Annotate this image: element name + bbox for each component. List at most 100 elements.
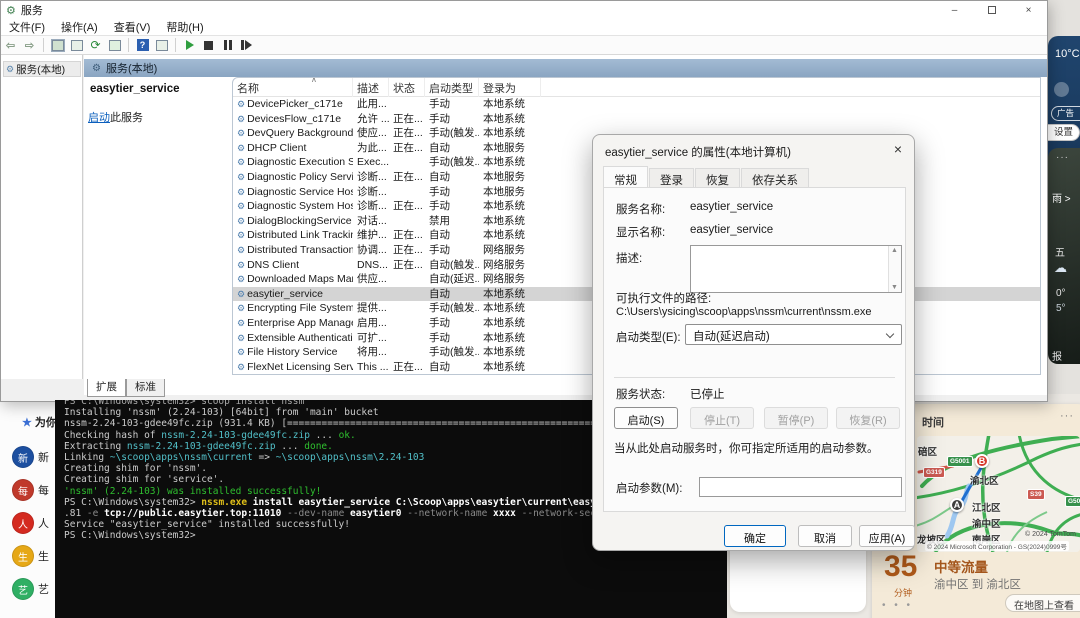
textarea-scrollbar[interactable]: ▲ ▼ bbox=[888, 246, 901, 292]
cancel-button[interactable]: 取消 bbox=[798, 525, 852, 547]
help-icon[interactable]: ? bbox=[133, 37, 152, 53]
traffic-minutes: 35 bbox=[884, 550, 918, 583]
menu-item-2[interactable]: 查看(V) bbox=[106, 19, 159, 35]
service-description-cell: 允许 ... bbox=[357, 112, 389, 125]
view-tab-1[interactable]: 标准 bbox=[126, 379, 165, 397]
pause-service-icon[interactable] bbox=[218, 37, 237, 53]
minimize-button[interactable]: – bbox=[936, 1, 973, 19]
service-status-cell bbox=[389, 345, 425, 360]
service-startup-type-cell: 自动 bbox=[429, 287, 450, 300]
refresh-icon[interactable]: ⟳ bbox=[86, 37, 105, 53]
ad-pill[interactable]: 广告 bbox=[1051, 106, 1080, 121]
service-gear-icon: ⚙ bbox=[237, 215, 246, 226]
forecast-report-link[interactable]: 报 bbox=[1052, 348, 1062, 363]
forward-icon[interactable]: ⇨ bbox=[20, 37, 39, 53]
service-description-cell: 启用... bbox=[357, 316, 387, 329]
column-header-2[interactable]: 状态 bbox=[389, 78, 425, 97]
service-status-cell bbox=[389, 331, 425, 346]
service-status-value: 已停止 bbox=[690, 389, 725, 401]
cloud-icon: ☁ bbox=[1054, 260, 1067, 275]
view-on-map-button[interactable]: 在地图上查看 bbox=[1005, 594, 1080, 612]
stop-service-icon[interactable] bbox=[199, 37, 218, 53]
terminal-text-segment: easytier0 bbox=[350, 508, 408, 520]
tree-item-services-local[interactable]: ⚙ 服务(本地) bbox=[3, 61, 81, 77]
forecast-card[interactable]: ··· 雨 > 五 ☁ 0° 5° 报 bbox=[1048, 148, 1080, 364]
service-name-cell: ⚙ DNS Client bbox=[233, 258, 353, 273]
ok-button[interactable]: 确定 bbox=[724, 525, 786, 547]
service-row[interactable]: ⚙ DevicesFlow_c171e 允许 ... 正在... 手动 本地系统 bbox=[233, 112, 1040, 127]
start-button[interactable]: 启动(S) bbox=[614, 407, 678, 429]
properties-icon[interactable] bbox=[67, 37, 86, 53]
service-logon-cell: 本地系统 bbox=[483, 360, 525, 373]
service-logon-cell: 本地系统 bbox=[483, 112, 525, 125]
export-list-icon[interactable] bbox=[105, 37, 124, 53]
traffic-map[interactable]: 碚区 G5001 G319 B 渝北区 S39 G50 A 江北区 渝中区 龙坡… bbox=[917, 436, 1080, 552]
feed-item-4[interactable]: 艺艺 bbox=[12, 578, 49, 600]
terminal-text-segment: => bbox=[252, 452, 276, 464]
service-gear-icon: ⚙ bbox=[237, 274, 246, 285]
service-status-cell: 正在... bbox=[393, 141, 423, 154]
window-titlebar[interactable]: ⚙ 服务 – × bbox=[1, 1, 1047, 19]
services-app-icon: ⚙ bbox=[6, 4, 16, 17]
forecast-more-icon[interactable]: ··· bbox=[1056, 152, 1069, 163]
traffic-route: 渝中区 到 渝北区 bbox=[934, 579, 1021, 591]
start-parameters-input[interactable] bbox=[699, 477, 902, 497]
traffic-pagination-dots[interactable]: • • • bbox=[882, 600, 913, 611]
service-logon-cell: 本地系统 bbox=[483, 316, 525, 329]
feed-item-2[interactable]: 人人 bbox=[12, 512, 49, 534]
restart-service-icon[interactable] bbox=[237, 37, 256, 53]
scroll-down-icon[interactable]: ▼ bbox=[891, 284, 898, 291]
pane-header-label: 服务(本地) bbox=[105, 63, 158, 75]
service-logon-cell: 网络服务 bbox=[483, 258, 525, 271]
forecast-high: 5° bbox=[1056, 303, 1066, 314]
menu-item-1[interactable]: 操作(A) bbox=[53, 19, 106, 35]
column-header-4[interactable]: 登录为 bbox=[479, 78, 541, 97]
column-header-3[interactable]: 启动类型 bbox=[425, 78, 479, 97]
service-name-cell: ⚙ File History Service bbox=[233, 345, 353, 360]
start-service-icon[interactable] bbox=[180, 37, 199, 53]
service-name-cell: ⚙ Diagnostic Service Host bbox=[233, 185, 353, 200]
back-icon[interactable]: ⇦ bbox=[1, 37, 20, 53]
feed-item-1[interactable]: 每每 bbox=[12, 479, 49, 501]
show-console-tree-icon[interactable] bbox=[48, 37, 67, 53]
service-name-text: Distributed Link Tracking... bbox=[247, 229, 353, 242]
menu-item-0[interactable]: 文件(F) bbox=[1, 19, 53, 35]
service-gear-icon: ⚙ bbox=[237, 303, 246, 314]
menu-item-3[interactable]: 帮助(H) bbox=[158, 19, 211, 35]
for-you-tab[interactable]: ★ 为你 bbox=[22, 414, 57, 430]
forecast-rain-link[interactable]: 雨 > bbox=[1052, 190, 1071, 205]
service-name-cell: ⚙ DialogBlockingService bbox=[233, 214, 353, 229]
view-tab-0[interactable]: 扩展 bbox=[87, 379, 126, 397]
service-startup-type-cell: 手动 bbox=[429, 243, 450, 256]
service-name-text: FlexNet Licensing Service bbox=[247, 360, 353, 373]
service-status-cell bbox=[389, 374, 425, 375]
terminal-text-segment: Checking hash of bbox=[64, 429, 162, 441]
column-header-1[interactable]: 描述 bbox=[353, 78, 389, 97]
feed-item-3[interactable]: 生生 bbox=[12, 545, 49, 567]
service-status-cell bbox=[389, 97, 425, 112]
dialog-close-icon[interactable]: × bbox=[894, 141, 902, 157]
service-startup-type-cell: 手动 bbox=[429, 98, 450, 110]
feed-item-0[interactable]: 新新 bbox=[12, 446, 49, 468]
service-logon-cell: 本地系统 bbox=[483, 127, 525, 140]
terminal-text-segment: ~\scoop\apps\nssm\current bbox=[109, 452, 253, 464]
service-row[interactable]: ⚙ DevicePicker_c171e 此用... 手动 本地系统 bbox=[233, 97, 1040, 112]
feed-logo-icon: 人 bbox=[12, 512, 34, 534]
maximize-button[interactable] bbox=[973, 1, 1010, 19]
scroll-up-icon[interactable]: ▲ bbox=[891, 247, 898, 254]
apply-button[interactable]: 应用(A) bbox=[859, 525, 915, 547]
description-textarea[interactable]: ▲ ▼ bbox=[690, 245, 902, 293]
service-gear-icon: ⚙ bbox=[237, 288, 246, 299]
service-startup-type-cell: 手动 bbox=[425, 374, 479, 375]
close-button[interactable]: × bbox=[1010, 1, 1047, 19]
terminal-text-segment: PS C:\Windows\system32> bbox=[64, 530, 196, 542]
service-description-cell: 诊断... bbox=[357, 170, 387, 183]
startup-type-label: 启动类型(E): bbox=[616, 332, 681, 344]
pane-header: ⚙ 服务(本地) bbox=[84, 59, 1047, 77]
column-header-0[interactable]: 名称 ∧ bbox=[233, 78, 353, 97]
start-service-link[interactable]: 启动 bbox=[88, 112, 110, 124]
window-title: 服务 bbox=[20, 5, 43, 17]
extended-view-icon[interactable] bbox=[152, 37, 171, 53]
traffic-more-icon[interactable]: ··· bbox=[1060, 410, 1074, 422]
startup-type-dropdown[interactable]: 自动(延迟启动) bbox=[685, 324, 902, 345]
